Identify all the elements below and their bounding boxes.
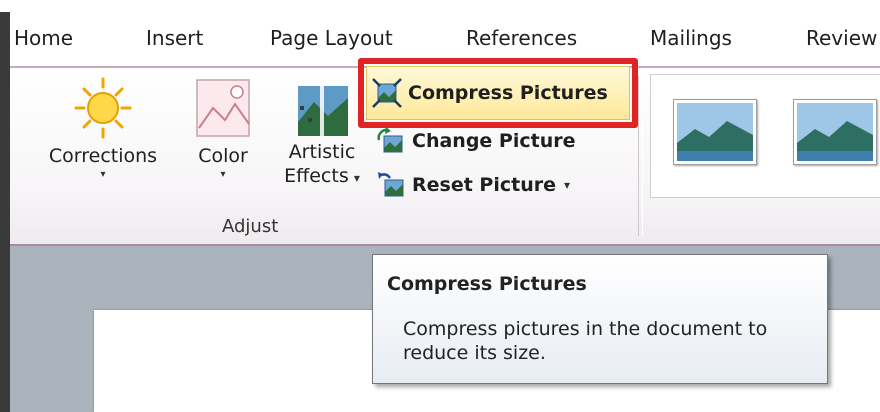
tab-references[interactable]: References <box>466 26 577 50</box>
picture-style-thumbnail[interactable] <box>673 99 757 165</box>
picture-color-icon <box>186 74 260 144</box>
chevron-down-icon: ▾ <box>100 169 106 180</box>
corrections-label: Corrections <box>48 145 158 167</box>
window-top <box>0 0 880 12</box>
reset-picture-button[interactable]: Reset Picture ▾ <box>376 168 570 202</box>
reset-picture-icon <box>376 170 406 200</box>
artistic-label-line2: Effects <box>284 165 349 187</box>
chevron-down-icon: ▾ <box>353 171 360 185</box>
sun-icon <box>38 74 168 144</box>
tab-insert[interactable]: Insert <box>146 26 203 50</box>
word-window: Home Insert Page Layout References Maili… <box>0 0 880 412</box>
group-separator-highlight <box>642 76 643 236</box>
chevron-down-icon: ▾ <box>220 169 226 180</box>
window-border <box>0 0 10 412</box>
group-label-adjust: Adjust <box>222 216 279 237</box>
color-button[interactable]: Color ▾ <box>186 74 260 182</box>
annotation-highlight <box>358 58 638 128</box>
tooltip-title: Compress Pictures <box>387 273 587 295</box>
picture-styles-gallery <box>650 74 880 198</box>
tab-home[interactable]: Home <box>14 26 73 50</box>
group-separator <box>638 76 639 236</box>
artistic-label-line1: Artistic <box>288 141 356 163</box>
picture-style-thumbnail[interactable] <box>793 99 877 165</box>
chevron-down-icon[interactable]: ▾ <box>564 178 570 192</box>
color-label: Color <box>198 145 248 167</box>
tooltip: Compress Pictures Compress pictures in t… <box>372 254 828 384</box>
tab-review[interactable]: Review <box>806 26 877 50</box>
tab-page-layout[interactable]: Page Layout <box>270 26 393 50</box>
tooltip-description: Compress pictures in the document to red… <box>403 318 768 364</box>
change-picture-icon <box>376 126 406 156</box>
reset-picture-label: Reset Picture <box>412 174 556 196</box>
change-picture-button[interactable]: Change Picture <box>376 124 576 158</box>
tab-mailings[interactable]: Mailings <box>650 26 732 50</box>
corrections-button[interactable]: Corrections ▾ <box>38 74 168 182</box>
change-picture-label: Change Picture <box>412 130 576 152</box>
